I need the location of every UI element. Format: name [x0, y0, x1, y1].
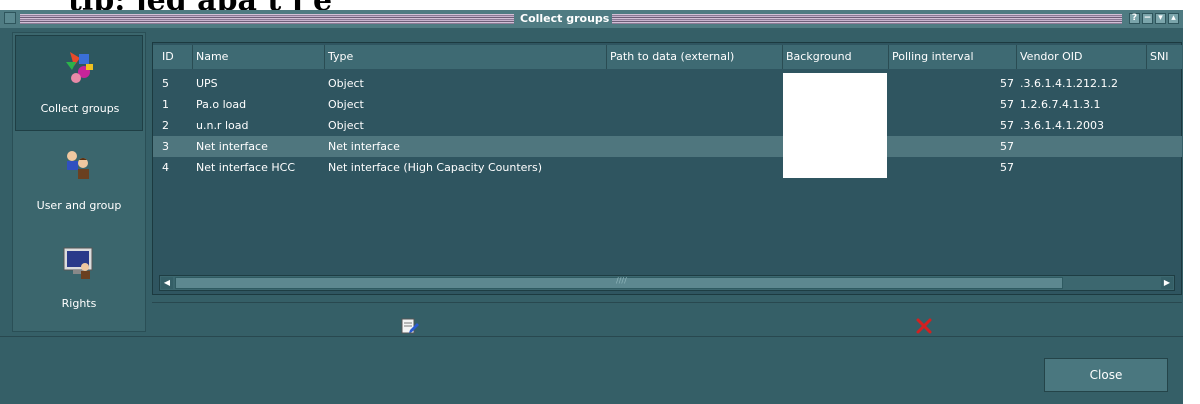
sidebar-label-user-and-group: User and group	[36, 199, 122, 212]
sidebar: Collect groups User and group Rights	[12, 32, 146, 332]
cell-background-swatch	[783, 73, 887, 94]
table-row-selected[interactable]: 3 Net interface Net interface 57	[153, 136, 1182, 157]
table-header: ID Name Type Path to data (external) Bac…	[153, 45, 1182, 69]
help-button[interactable]: ?	[1129, 13, 1140, 24]
column-header-path[interactable]: Path to data (external)	[607, 45, 783, 69]
groups-table: ID Name Type Path to data (external) Bac…	[152, 42, 1182, 295]
window-menu-icon[interactable]	[4, 12, 16, 24]
column-header-vendor-oid[interactable]: Vendor OID	[1017, 45, 1147, 69]
footer-divider	[0, 336, 1183, 337]
scroll-left-arrow-icon[interactable]: ◀	[161, 277, 173, 289]
cell-type: Net interface (High Capacity Counters)	[328, 161, 542, 174]
sidebar-item-collect-groups[interactable]: Collect groups	[15, 35, 143, 131]
cell-name: Pa.o load	[196, 98, 247, 111]
cell-name: Net interface HCC	[196, 161, 295, 174]
cell-path	[607, 73, 783, 94]
cell-path	[607, 136, 783, 157]
title-stripe-right	[612, 14, 1122, 24]
maximize-button[interactable]: ▴	[1168, 13, 1179, 24]
table-row[interactable]: 2 u.n.r load Object 57 .3.6.1.4.1.2003	[153, 115, 1182, 136]
scroll-right-arrow-icon[interactable]: ▶	[1161, 277, 1173, 289]
cell-polling-interval: 57	[1000, 119, 1014, 132]
column-header-sni[interactable]: SNI	[1147, 45, 1182, 69]
cell-polling-interval: 57	[1000, 140, 1014, 153]
cell-name: UPS	[196, 77, 218, 90]
collect-groups-icon	[66, 52, 93, 83]
monitor-rights-icon	[63, 247, 93, 279]
cell-name: u.n.r load	[196, 119, 249, 132]
cell-id: 5	[162, 77, 169, 90]
sidebar-label-rights: Rights	[61, 297, 97, 310]
users-icon	[67, 151, 89, 179]
window-title: Collect groups	[520, 12, 610, 25]
sidebar-item-rights[interactable]: Rights	[15, 231, 143, 327]
cell-vendor-oid	[1017, 157, 1147, 178]
cell-polling-interval: 57	[1000, 98, 1014, 111]
cell-name: Net interface	[196, 140, 268, 153]
title-bar[interactable]: Collect groups ? − ▾ ▴	[0, 10, 1183, 28]
cell-path	[607, 115, 783, 136]
divider	[152, 302, 1182, 303]
cell-polling-interval: 57	[1000, 161, 1014, 174]
cell-vendor-oid: 1.2.6.7.4.1.3.1	[1020, 98, 1101, 111]
cell-polling-interval: 57	[1000, 77, 1014, 90]
cell-id: 1	[162, 98, 169, 111]
cell-id: 4	[162, 161, 169, 174]
column-header-id[interactable]: ID	[159, 45, 193, 69]
column-header-name[interactable]: Name	[193, 45, 325, 69]
sidebar-label-collect-groups: Collect groups	[40, 102, 120, 115]
title-stripe-left	[20, 14, 514, 24]
cell-type: Net interface	[328, 140, 400, 153]
scroll-thumb[interactable]: ////	[175, 276, 1063, 289]
column-header-type[interactable]: Type	[325, 45, 607, 69]
table-row[interactable]: 4 Net interface HCC Net interface (High …	[153, 157, 1182, 178]
cell-vendor-oid: .3.6.1.4.1.212.1.2	[1020, 77, 1118, 90]
cell-type: Object	[328, 77, 364, 90]
sidebar-item-user-and-group[interactable]: User and group	[15, 133, 143, 229]
scroll-grip: ////	[616, 276, 627, 285]
cell-background-swatch	[783, 115, 887, 136]
column-header-background[interactable]: Background	[783, 45, 889, 69]
cell-type: Object	[328, 98, 364, 111]
cell-background-swatch	[783, 136, 887, 157]
delete-icon[interactable]	[914, 316, 934, 336]
minimize-button[interactable]: −	[1142, 13, 1153, 24]
cell-id: 2	[162, 119, 169, 132]
cell-path	[607, 94, 783, 115]
cell-vendor-oid	[1017, 136, 1147, 157]
cell-vendor-oid: .3.6.1.4.1.2003	[1020, 119, 1104, 132]
cell-id: 3	[162, 140, 169, 153]
table-row[interactable]: 1 Pa.o load Object 57 1.2.6.7.4.1.3.1	[153, 94, 1182, 115]
cell-type: Object	[328, 119, 364, 132]
cell-background-swatch	[783, 157, 887, 178]
column-header-polling-interval[interactable]: Polling interval	[889, 45, 1017, 69]
horizontal-scrollbar[interactable]: ◀ //// ▶	[159, 275, 1175, 291]
edit-icon[interactable]	[400, 316, 420, 336]
cell-background-swatch	[783, 94, 887, 115]
shade-button[interactable]: ▾	[1155, 13, 1166, 24]
table-row[interactable]: 5 UPS Object 57 .3.6.1.4.1.212.1.2	[153, 73, 1182, 94]
close-button[interactable]: Close	[1044, 358, 1168, 392]
collect-groups-window: Collect groups ? − ▾ ▴ Collect groups Us…	[0, 10, 1183, 404]
